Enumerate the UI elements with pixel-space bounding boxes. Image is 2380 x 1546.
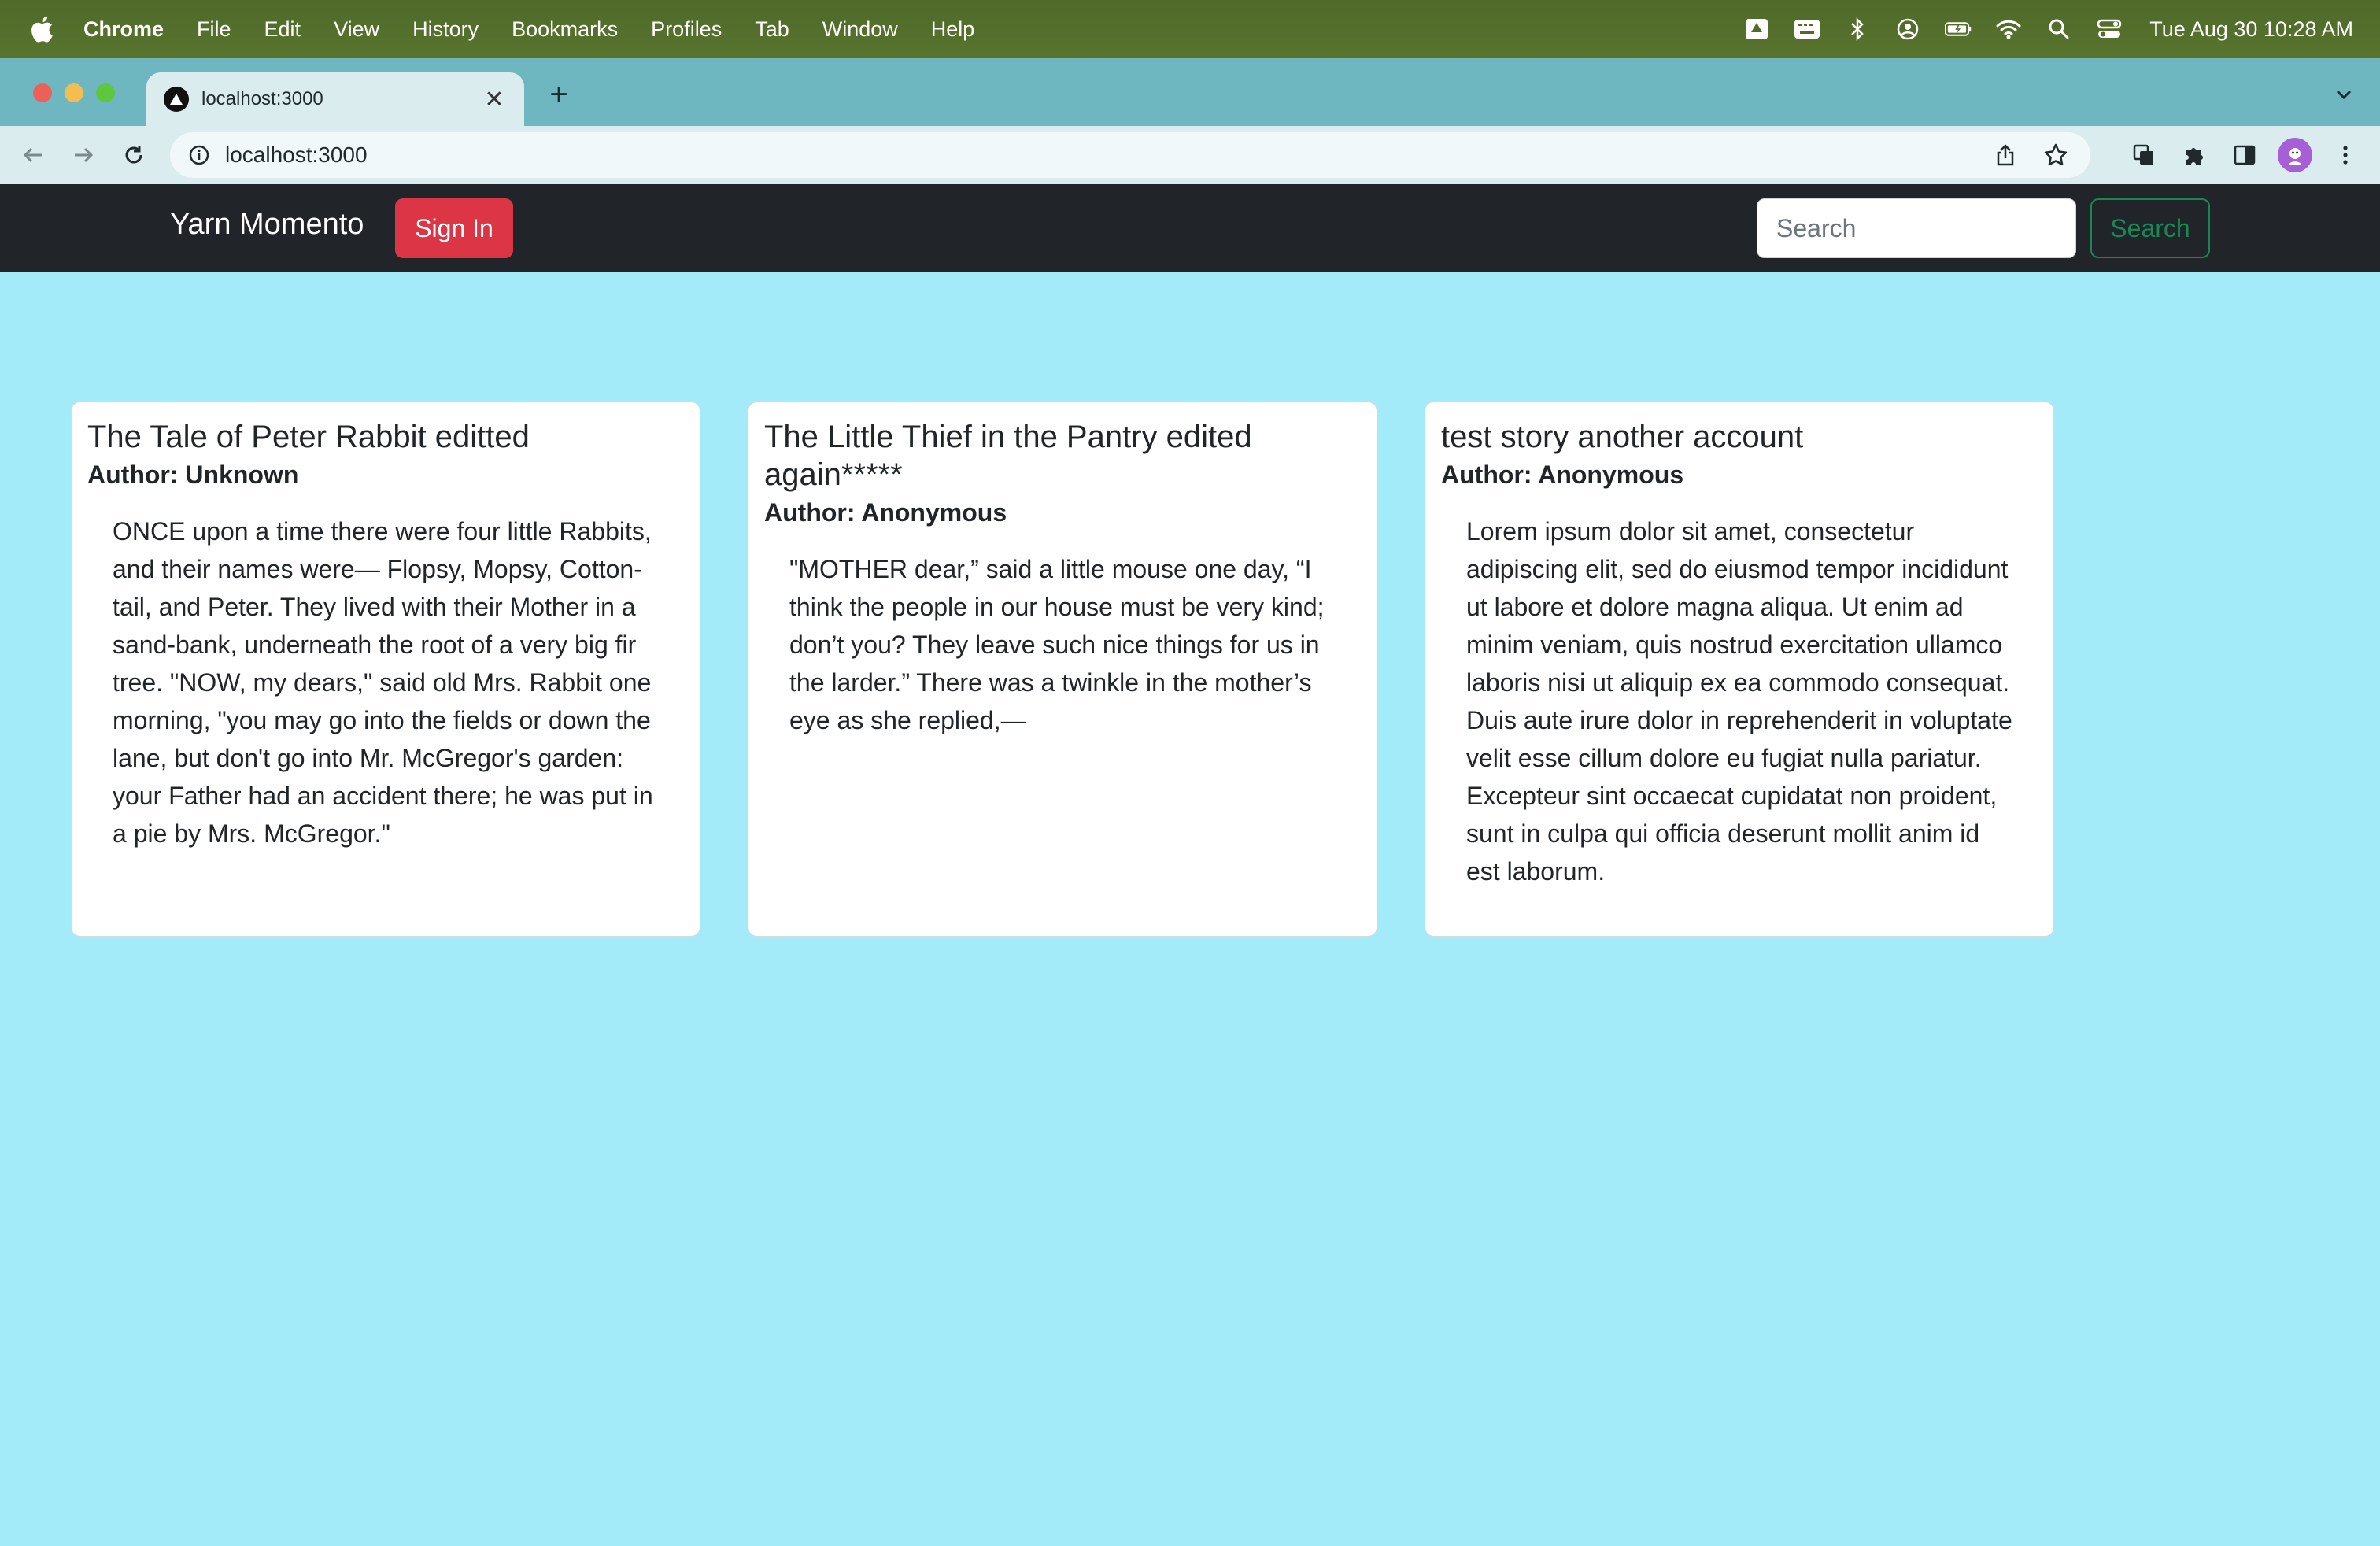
menu-help[interactable]: Help — [931, 17, 975, 42]
extension-icon[interactable] — [2125, 136, 2163, 174]
site-info-icon[interactable] — [187, 143, 211, 167]
story-author: Author: Unknown — [87, 460, 299, 489]
browser-tab-active[interactable]: localhost:3000 ✕ — [146, 72, 524, 126]
extensions-puzzle-icon[interactable] — [2175, 136, 2213, 174]
drive-icon[interactable] — [1743, 17, 1770, 41]
story-card[interactable]: The Tale of Peter Rabbit editted Author:… — [71, 401, 700, 937]
tab-favicon-icon — [164, 87, 189, 112]
story-card[interactable]: test story another account Author: Anony… — [1425, 401, 2054, 937]
tab-search-chevron-icon[interactable] — [2330, 80, 2358, 109]
toolbar-extensions-area — [2112, 136, 2364, 174]
user-account-icon[interactable] — [1894, 17, 1921, 41]
menu-bookmarks[interactable]: Bookmarks — [512, 17, 618, 42]
menu-app-name[interactable]: Chrome — [83, 17, 164, 42]
menu-edit[interactable]: Edit — [264, 17, 301, 42]
search-input[interactable] — [1757, 198, 2076, 258]
menu-tab[interactable]: Tab — [755, 17, 789, 42]
keyboard-icon[interactable] — [1794, 17, 1820, 41]
menu-window[interactable]: Window — [822, 17, 898, 42]
story-card[interactable]: The Little Thief in the Pantry edited ag… — [748, 401, 1377, 937]
chrome-menu-kebab-icon[interactable] — [2326, 136, 2364, 174]
site-brand[interactable]: Yarn Momento — [170, 208, 364, 242]
tab-close-icon[interactable]: ✕ — [482, 86, 507, 113]
tab-strip: localhost:3000 ✕ + — [0, 58, 2380, 126]
control-center-icon[interactable] — [2096, 17, 2123, 41]
side-panel-icon[interactable] — [2226, 136, 2264, 174]
new-tab-button[interactable]: + — [543, 79, 575, 110]
menu-bar-clock[interactable]: Tue Aug 30 10:28 AM — [2149, 17, 2353, 42]
story-excerpt: Lorem ipsum dolor sit amet, consectetur … — [1466, 517, 2012, 886]
story-title: The Tale of Peter Rabbit editted — [87, 420, 530, 454]
bookmark-star-icon[interactable] — [2040, 139, 2071, 171]
window-maximize-button[interactable] — [96, 83, 115, 102]
tab-title: localhost:3000 — [201, 88, 323, 109]
wifi-icon[interactable] — [1995, 17, 2022, 41]
profile-avatar-icon — [2278, 138, 2312, 172]
battery-icon[interactable] — [1945, 17, 1972, 41]
window-minimize-button[interactable] — [65, 83, 83, 102]
back-arrow-icon[interactable] — [16, 138, 50, 172]
share-icon[interactable] — [1990, 139, 2021, 171]
story-excerpt: ONCE upon a time there were four little … — [113, 517, 653, 848]
menu-history[interactable]: History — [412, 17, 479, 42]
bluetooth-icon[interactable] — [1844, 17, 1871, 41]
story-author: Author: Anonymous — [764, 498, 1007, 527]
story-author: Author: Anonymous — [1441, 460, 1684, 489]
web-page: Yarn Momento Sign In Search The Tale of … — [0, 184, 2380, 1546]
search-button[interactable]: Search — [2090, 198, 2210, 258]
menu-bar-status-area: Tue Aug 30 10:28 AM — [1720, 0, 2353, 58]
sign-in-button[interactable]: Sign In — [395, 198, 513, 258]
apple-menu-icon[interactable] — [30, 16, 54, 43]
reload-icon[interactable] — [116, 138, 151, 172]
site-navbar: Yarn Momento Sign In Search — [0, 184, 2380, 272]
window-close-button[interactable] — [33, 83, 52, 102]
spotlight-search-icon[interactable] — [2046, 17, 2072, 41]
story-excerpt: "MOTHER dear,” said a little mouse one d… — [789, 555, 1325, 734]
address-bar[interactable]: localhost:3000 — [170, 132, 2090, 178]
browser-toolbar: localhost:3000 — [0, 126, 2380, 184]
profile-avatar[interactable] — [2276, 136, 2314, 174]
menu-file[interactable]: File — [197, 17, 231, 42]
macos-menu-bar: Chrome File Edit View History Bookmarks … — [0, 0, 2380, 58]
menu-view[interactable]: View — [334, 17, 379, 42]
story-title: test story another account — [1441, 420, 1804, 454]
address-bar-url[interactable]: localhost:3000 — [225, 142, 1990, 168]
menu-profiles[interactable]: Profiles — [651, 17, 722, 42]
story-title: The Little Thief in the Pantry edited ag… — [764, 420, 1252, 492]
forward-arrow-icon[interactable] — [66, 138, 101, 172]
browser-window: localhost:3000 ✕ + localhost:3000 Yarn M… — [0, 58, 2380, 1546]
